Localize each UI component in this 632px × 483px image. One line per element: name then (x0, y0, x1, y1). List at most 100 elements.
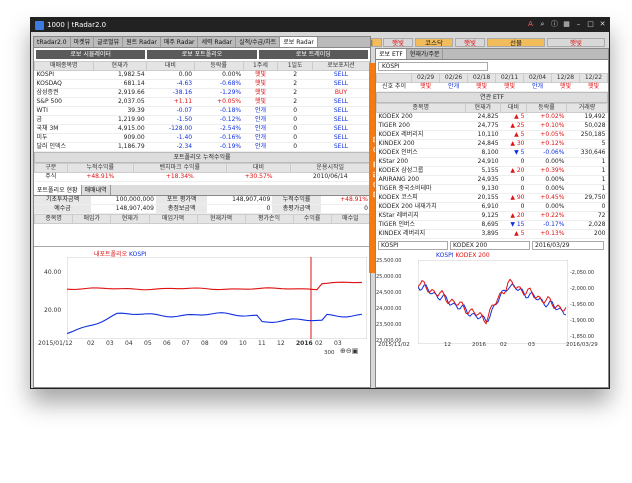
table-cell: -2.54% (194, 124, 244, 134)
y-tick-right: -2,050.00 (570, 270, 595, 276)
table-row[interactable]: 금 1,219.90 -1.50 -0.12% 안개 0 SELL (34, 115, 370, 125)
robo-simulator-button[interactable]: 로보 시뮬레이터 (36, 50, 146, 59)
pill-futures[interactable]: 선물 (487, 38, 545, 47)
tab-globalview[interactable]: 글로벌뷰 (94, 37, 124, 47)
tab-price-order[interactable]: 현재가/주문 (407, 49, 444, 59)
table-cell: -0.12% (194, 115, 244, 125)
robo-trading-button[interactable]: 로보 트레이딩 (258, 50, 368, 59)
col-header (375, 73, 413, 83)
close-icon[interactable]: ✕ (598, 20, 607, 29)
robo-portfolio-button[interactable]: 로보 포트폴리오 (147, 50, 257, 59)
etf-cell: ARIRANG 200 (376, 175, 466, 185)
etf-cell: 20,155 (465, 193, 501, 203)
x-tick: 12 (277, 340, 285, 347)
tab-trade-history[interactable]: 매매내역 (82, 185, 111, 195)
table-row[interactable]: 달러 인덱스 1,186.79 -2.34 -0.19% 안개 0 SELL (34, 142, 370, 152)
etf-cell: 24,825 (465, 112, 501, 122)
y-tick-left: 23,500.00 (376, 322, 402, 328)
table-cell: 2 (277, 97, 313, 107)
etf-cell: KStar 200 (376, 157, 466, 167)
table-cell: -38.16 (146, 88, 195, 98)
etf-cell: KODEX 코스피 (376, 193, 466, 203)
info-icon[interactable]: ⓘ (550, 20, 559, 29)
tab-earnings[interactable]: 실적/수급/차트 (236, 37, 281, 47)
table-cell: SELL (312, 106, 370, 116)
x-tick: 02 (87, 340, 95, 347)
col-header: 등락률 (193, 61, 244, 71)
col-header: 거래량 (565, 103, 609, 113)
tab-robo-radar[interactable]: 로보 Radar (280, 37, 318, 47)
etf-chart: KOSPI KODEX 200 25,500.00 25,000.00 24,500… (376, 252, 608, 350)
pill-kosdaq[interactable]: 코스닥 (415, 38, 453, 47)
maximize-icon[interactable]: □ (586, 20, 595, 29)
grid-icon[interactable]: ▦ (562, 20, 571, 29)
table-row[interactable]: WTI 39.39 -0.07 -0.18% 안개 0 SELL (34, 106, 370, 116)
chart-date-input[interactable]: 2016/03/29 (532, 241, 604, 250)
table-cell: -0.07 (146, 106, 195, 116)
tab-want-radar[interactable]: 원트 Radar (123, 37, 161, 47)
x-tick: 02 (500, 342, 507, 348)
stat-cell: 0 (207, 204, 273, 214)
table-row[interactable]: S&P 500 2,037.05 +1.11 +0.05% 햇빛 2 SELL (34, 97, 370, 107)
col-header: 구분 (34, 163, 68, 173)
chart-index-input[interactable]: KOSPI (378, 241, 448, 250)
table-cell: BUY (312, 88, 370, 98)
etf-cell: 330,646 (566, 148, 608, 158)
col-header: 수익률 (292, 214, 332, 224)
ytick-20: 20.00 (44, 307, 62, 314)
table-cell: SELL (312, 97, 370, 107)
table-cell: 햇빛 (243, 79, 278, 89)
etf-cell: -0.06% (526, 148, 567, 158)
chart-etf-input[interactable]: KODEX 200 (450, 241, 530, 250)
table-cell: S&P 500 (34, 97, 94, 107)
etf-cell: 1 (566, 166, 608, 176)
stat-cell: 0 (320, 204, 370, 214)
tab-weekly-radar[interactable]: 매주 Radar (161, 37, 199, 47)
table-row[interactable]: 국채 3M 4,915.00 -128.00 -2.54% 안개 0 SELL (34, 124, 370, 134)
etf-row[interactable]: KINDEX 레버리지 3,895 ▲ 5 +0.13% 200 (376, 229, 608, 239)
table-row[interactable]: 미두 909.00 -1.40 -0.16% 안개 0 SELL (34, 133, 370, 143)
tab-marketview[interactable]: 마켓뷰 (71, 37, 95, 47)
etf-cell: 24,775 (465, 121, 501, 131)
alarm-icon[interactable]: A (526, 20, 535, 29)
y-tick-right: -1,850.00 (570, 334, 595, 340)
tab-tradar[interactable]: tRadar2.0 (34, 37, 71, 47)
etf-row[interactable]: KODEX 레버리지 10,110 ▲ 5 +0.05% 250,185 (376, 130, 608, 140)
etf-row[interactable]: KINDEX 200 24,845 ▲ 30 +0.12% 5 (376, 139, 608, 149)
etf-cell: 0 (500, 202, 527, 212)
col-header: 매입가 (72, 214, 112, 224)
table-row[interactable]: KOSPI 1,982.54 0.00 0.00% 햇빛 2 SELL (34, 70, 370, 80)
table-row[interactable]: KOSDAQ 681.14 -4.63 -0.68% 햇빛 2 SELL (34, 79, 370, 89)
etf-row[interactable]: KODEX 코스피 20,155 ▲ 90 +0.45% 29,750 (376, 193, 608, 203)
x-tick: 12 (444, 342, 451, 348)
etf-row[interactable]: KStar 레버리지 9,125 ▲ 20 +0.22% 72 (376, 211, 608, 221)
tab-power-radar[interactable]: 세력 Radar (198, 37, 237, 47)
etf-cell: 0.00% (526, 175, 567, 185)
table-row[interactable]: 삼성증권 2,919.66 -38.16 -1.29% 햇빛 2 BUY (34, 88, 370, 98)
date-header: 02/26 (439, 73, 469, 83)
signal-cell: 안개 (439, 82, 468, 92)
signal-table: 02/29 02/26 02/18 02/11 02/04 12/28 12/22 신호 추… (375, 73, 609, 92)
etf-row[interactable]: TIGER 200 24,775 ▲ 25 +0.10% 50,028 (376, 121, 608, 131)
etf-row[interactable]: KODEX 삼성그룹 5,155 ▲ 20 +0.39% 1 (376, 166, 608, 176)
search-icon[interactable]: ⌕ (538, 20, 547, 29)
etf-row[interactable]: ARIRANG 200 24,935 0 0.00% 1 (376, 175, 608, 185)
etf-cell: +0.13% (526, 229, 567, 239)
etf-row[interactable]: KODEX 200 내재가치 6,910 0 0.00% 0 (376, 202, 608, 212)
index-field[interactable]: KOSPI (378, 62, 488, 71)
etf-row[interactable]: TIGER 중국소비테마 9,130 0 0.00% 1 (376, 184, 608, 194)
col-header: 현재가 (464, 103, 502, 113)
etf-row[interactable]: KODEX 인버스 8,100 ▼ 5 -0.06% 330,646 (376, 148, 608, 158)
zoom-icon[interactable]: ⊕⊖▣ (340, 347, 358, 355)
etf-row[interactable]: TIGER 인버스 8,695 ▼ 15 -0.17% 2,028 (376, 220, 608, 230)
table-cell: -0.19% (194, 142, 244, 152)
tab-portfolio-status[interactable]: 포트폴리오 현황 (34, 185, 82, 195)
etf-row[interactable]: KODEX 200 24,825 ▲ 5 +0.02% 19,492 (376, 112, 608, 122)
etf-cell: -0.17% (526, 220, 567, 230)
etf-cell: KINDEX 200 (376, 139, 466, 149)
minimize-icon[interactable]: – (574, 20, 583, 29)
etf-row[interactable]: KStar 200 24,910 0 0.00% 1 (376, 157, 608, 167)
etf-cell: 24,910 (465, 157, 501, 167)
etf-cell: TIGER 중국소비테마 (376, 184, 466, 194)
tab-robo-etf[interactable]: 로보 ETF (376, 49, 407, 59)
